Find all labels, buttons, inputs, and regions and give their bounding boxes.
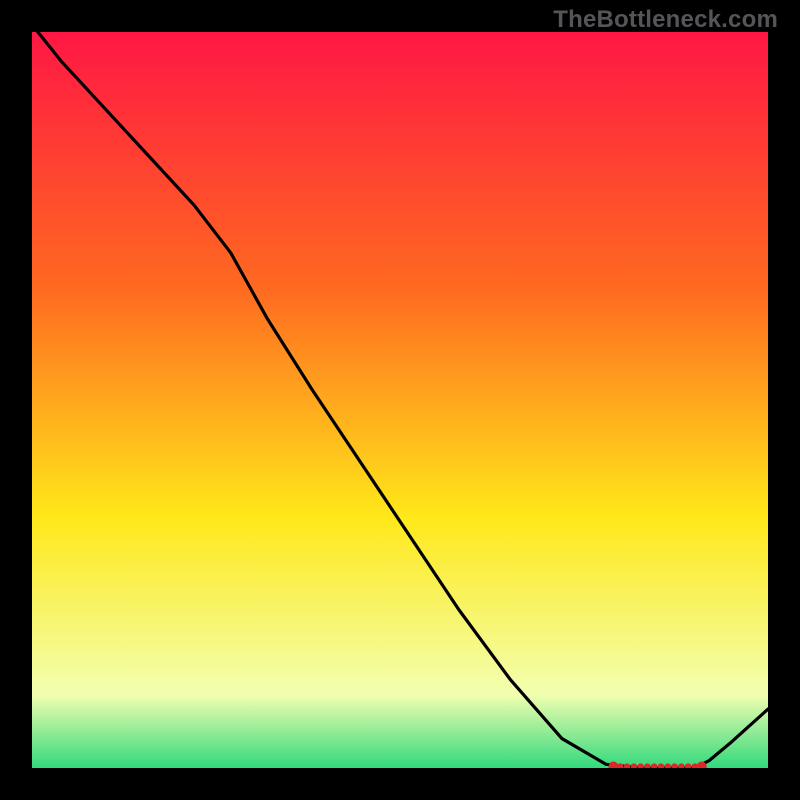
chart-container: TheBottleneck.com [0, 0, 800, 800]
watermark-text: TheBottleneck.com [553, 6, 778, 34]
plot-background [32, 32, 768, 768]
plot-svg [32, 32, 768, 768]
plot-area [32, 32, 768, 768]
